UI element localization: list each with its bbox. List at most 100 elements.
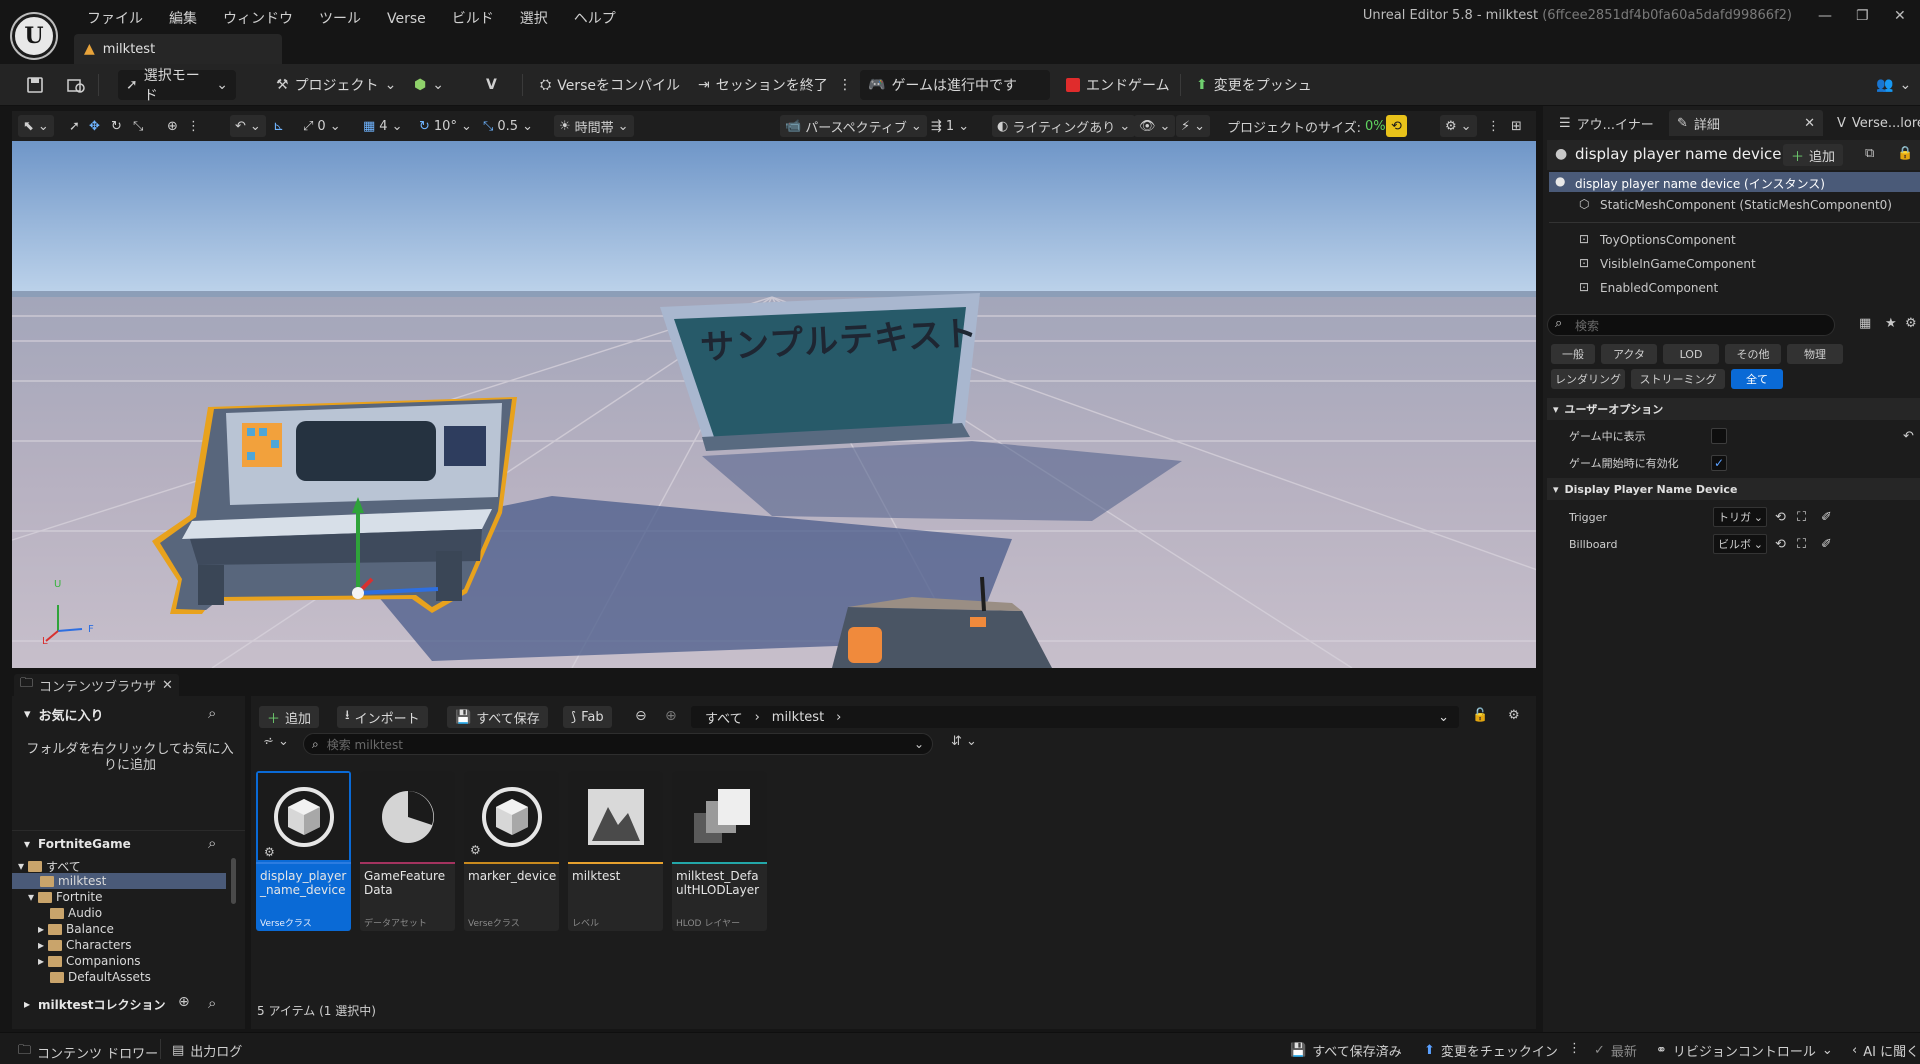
collaborators-dropdown[interactable]: 👥 ⌄	[1868, 70, 1919, 100]
performance-dropdown[interactable]: ⚡ ⌄	[1176, 115, 1211, 137]
tree-scrollbar[interactable]	[231, 858, 236, 904]
breadcrumb-milktest[interactable]: milktest	[772, 710, 824, 725]
output-log-button[interactable]: ▤ 出力ログ	[172, 1041, 242, 1060]
tab-verse-explorer[interactable]: Ⅴ Verse...lorer	[1829, 110, 1920, 136]
translate-icon[interactable]: ✥	[84, 115, 105, 137]
content-browser-tab[interactable]: 🗀 コンテンツブラウザ ✕	[14, 674, 179, 696]
search-icon[interactable]: ⌕	[208, 834, 216, 852]
tab-outliner[interactable]: ☰ アウ...イナー	[1551, 110, 1662, 136]
browse-actor-icon[interactable]: ⛶	[1797, 537, 1806, 552]
push-changes-button[interactable]: ⬆ 変更をプッシュ	[1188, 70, 1320, 100]
more-vert-icon[interactable]: ⋮	[182, 115, 205, 137]
tree-default-assets[interactable]: DefaultAssets	[50, 969, 151, 985]
show-dropdown[interactable]: 👁 ⌄	[1134, 115, 1176, 137]
tree-companions[interactable]: ▸ Companions	[38, 953, 141, 969]
asset-tile[interactable]: ⚙ display_player_name_device Verseクラス	[256, 771, 351, 931]
close-window-icon[interactable]: ✕	[1894, 8, 1906, 24]
star-icon[interactable]: ★	[1885, 316, 1897, 331]
surface-snap-icon[interactable]: ⊾	[268, 115, 289, 137]
search-icon[interactable]: ⌕	[208, 994, 216, 1012]
grid-snap[interactable]: ▦ 4 ⌄	[358, 115, 407, 137]
menu-build[interactable]: ビルド	[439, 10, 507, 28]
favorites-header[interactable]: ▾ お気に入り	[12, 702, 237, 726]
world-icon[interactable]: ⊕	[162, 115, 183, 137]
filter-physics[interactable]: 物理	[1787, 344, 1843, 364]
save-all-button[interactable]: 💾 すべて保存	[447, 706, 548, 728]
forward-icon[interactable]: ⊕	[665, 708, 677, 724]
level-viewport[interactable]: サンプルテキスト U F L	[12, 141, 1536, 668]
verse-menu-button[interactable]: V	[478, 70, 505, 100]
settings-icon[interactable]: ⚙	[1508, 708, 1520, 723]
tree-all[interactable]: ▾ すべて	[18, 858, 81, 874]
tree-fortnite[interactable]: ▾ Fortnite	[28, 889, 103, 905]
project-dropdown[interactable]: ⚒ プロジェクト ⌄	[268, 70, 404, 100]
scale-icon[interactable]: ⤡	[128, 115, 148, 137]
browse-icon[interactable]	[58, 70, 94, 100]
visible-in-game-checkbox[interactable]	[1711, 428, 1727, 444]
asset-tile[interactable]: milktest レベル	[568, 771, 663, 931]
filter-rendering[interactable]: レンダリング	[1551, 369, 1625, 389]
filter-actor[interactable]: アクタ	[1601, 344, 1657, 364]
path-breadcrumb[interactable]: すべて › milktest › ⌄	[691, 706, 1459, 728]
scale-snap[interactable]: ⤡ 0.5 ⌄	[478, 115, 538, 137]
lock-icon[interactable]: 🔓	[1472, 708, 1488, 723]
more-options-icon[interactable]: ⋮	[830, 70, 860, 100]
add-collection-icon[interactable]: ⊕	[178, 994, 190, 1010]
more-vert-icon[interactable]: ⋮	[1482, 115, 1505, 137]
filter-misc[interactable]: その他	[1725, 344, 1781, 364]
ai-assistant-button[interactable]: ‹ AI に聞く	[1852, 1041, 1919, 1060]
add-component-button[interactable]: ＋追加	[1783, 144, 1844, 166]
asset-search-input[interactable]: ⌕ 検索 milktest ⌄	[303, 733, 933, 755]
asset-tile[interactable]: GameFeatureData データアセット	[360, 771, 455, 931]
trigger-dropdown[interactable]: トリガ ⌄	[1713, 507, 1767, 527]
close-icon[interactable]: ✕	[1804, 116, 1815, 131]
collections-header[interactable]: ▸ milktestコレクション	[12, 992, 237, 1016]
add-button[interactable]: ＋追加	[259, 706, 320, 728]
rotate-icon[interactable]: ↻	[106, 115, 127, 137]
component-visible-in-game[interactable]: VisibleInGameComponent	[1600, 257, 1756, 271]
camera-speed[interactable]: ⇶ 1 ⌄	[926, 115, 974, 137]
section-user-options[interactable]: ▾ ユーザーオプション	[1547, 398, 1920, 420]
time-of-day-dropdown[interactable]: ☀ 時間帯 ⌄	[554, 115, 634, 137]
layout-icon[interactable]: ⊞	[1506, 115, 1527, 137]
tree-audio[interactable]: Audio	[50, 905, 102, 921]
enabled-at-start-checkbox[interactable]: ✓	[1711, 455, 1727, 471]
eyedropper-icon[interactable]: ✐	[1821, 537, 1832, 552]
save-icon[interactable]	[18, 70, 52, 100]
filter-icon[interactable]: ⩫ ⌄	[263, 734, 289, 749]
close-icon[interactable]: ✕	[162, 678, 173, 693]
asset-tile[interactable]: ⚙ marker_device Verseクラス	[464, 771, 559, 931]
unreal-logo[interactable]: U	[12, 14, 56, 58]
level-tab[interactable]: ▲ milktest	[74, 34, 282, 64]
add-content-dropdown[interactable]: ⬢ ⌄	[406, 70, 452, 100]
tree-characters[interactable]: ▸ Characters	[38, 937, 132, 953]
viewport-settings-dropdown[interactable]: ⚙ ⌄	[1440, 115, 1477, 137]
menu-verse[interactable]: Verse	[374, 10, 439, 28]
minimize-icon[interactable]: —	[1818, 8, 1832, 24]
rotation-snap[interactable]: ⤢ 0 ⌄	[298, 115, 346, 137]
viewport-select-dropdown[interactable]: ⬉ ⌄	[18, 115, 54, 137]
breadcrumb-root[interactable]: すべて	[705, 708, 743, 727]
tree-milktest[interactable]: milktest	[40, 873, 106, 889]
reset-icon[interactable]: ↶	[1903, 429, 1914, 444]
asset-tile[interactable]: milktest_DefaultHLODLayer HLOD レイヤー	[672, 771, 767, 931]
restore-icon[interactable]: ❐	[1856, 8, 1869, 24]
section-device[interactable]: ▾ Display Player Name Device	[1547, 478, 1920, 500]
fortnite-game-header[interactable]: ▾ FortniteGame	[12, 832, 237, 856]
revision-control-dropdown[interactable]: ⚭ リビジョンコントロール ⌄	[1656, 1041, 1833, 1060]
snap-dropdown[interactable]: ↶ ⌄	[230, 115, 266, 137]
filter-all[interactable]: 全て	[1731, 369, 1783, 389]
lock-icon[interactable]: 🔒	[1897, 146, 1913, 161]
tree-balance[interactable]: ▸ Balance	[38, 921, 114, 937]
filter-lod[interactable]: LOD	[1663, 344, 1719, 364]
menu-select[interactable]: 選択	[507, 10, 561, 28]
more-vert-icon[interactable]: ⋮	[1568, 1041, 1581, 1056]
eyedropper-icon[interactable]: ✐	[1821, 510, 1832, 525]
fab-button[interactable]: ⟆ Fab	[563, 706, 612, 728]
menu-file[interactable]: ファイル	[74, 10, 156, 28]
filter-streaming[interactable]: ストリーミング	[1631, 369, 1725, 389]
perspective-dropdown[interactable]: 📹 パースペクティブ ⌄	[780, 115, 927, 137]
billboard-dropdown[interactable]: ビルボ ⌄	[1713, 534, 1767, 554]
component-enabled[interactable]: EnabledComponent	[1600, 281, 1718, 295]
menu-help[interactable]: ヘルプ	[561, 10, 629, 28]
